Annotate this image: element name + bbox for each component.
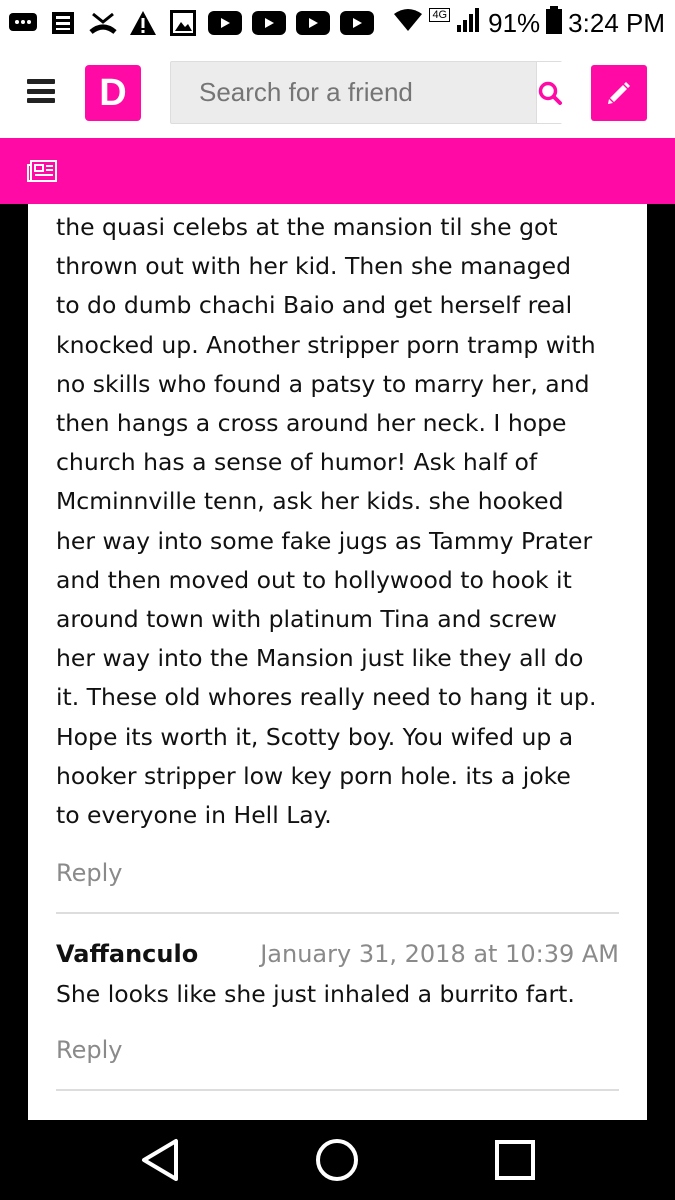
comment-line: no skills who found a patsy to marry her… xyxy=(56,369,590,398)
youtube-icon xyxy=(340,11,374,35)
comment-line: to everyone in Hell Lay. xyxy=(56,801,332,830)
comment-author[interactable]: Vaffanculo xyxy=(56,940,198,968)
battery-icon xyxy=(546,5,563,41)
back-icon xyxy=(142,1139,178,1181)
status-bar: 4G 91% 3:24 PM xyxy=(0,0,675,46)
search-input[interactable] xyxy=(171,62,536,123)
missed-call-icon xyxy=(88,10,118,36)
clock: 3:24 PM xyxy=(568,7,665,38)
search-bar xyxy=(170,61,563,124)
comment-line: it. These old whores really need to hang… xyxy=(56,683,597,712)
comments-panel: the quasi celebs at the mansion til she … xyxy=(28,204,647,1120)
comment-line: knocked up. Another stripper porn tramp … xyxy=(56,330,596,359)
reply-link[interactable]: Reply xyxy=(56,859,122,887)
site-logo[interactable]: D xyxy=(85,65,141,121)
search-button[interactable] xyxy=(536,62,563,123)
pencil-icon xyxy=(608,82,630,104)
recents-button[interactable] xyxy=(491,1136,539,1184)
news-icon xyxy=(48,10,78,36)
network-type: 4G xyxy=(429,8,451,22)
search-icon xyxy=(538,81,562,105)
comment-line: Hope its worth it, Scotty boy. You wifed… xyxy=(56,722,574,751)
comment-line: her way into some fake jugs as Tammy Pra… xyxy=(56,526,593,555)
comment-line: then hangs a cross around her neck. I ho… xyxy=(56,409,567,438)
newspaper-icon[interactable] xyxy=(27,160,57,187)
comment-line: thrown out with her kid. Then she manage… xyxy=(56,252,571,281)
hamburger-menu-icon[interactable] xyxy=(27,79,55,103)
comment-line: church has a sense of humor! Ask half of xyxy=(56,448,538,477)
comment-divider xyxy=(56,912,619,914)
warning-icon xyxy=(128,10,158,36)
comment-divider xyxy=(56,1089,619,1091)
comment-text: the quasi celebs at the mansion til she … xyxy=(28,204,647,835)
compose-button[interactable] xyxy=(591,65,647,121)
comment-line: Mcminnville tenn, ask her kids. she hook… xyxy=(56,487,564,516)
home-button[interactable] xyxy=(313,1136,361,1184)
image-icon xyxy=(168,10,198,36)
battery-percent: 91% xyxy=(488,7,541,38)
back-button[interactable] xyxy=(136,1136,184,1184)
system-nav-bar xyxy=(0,1120,675,1200)
youtube-icon xyxy=(296,11,330,35)
app-header: D xyxy=(0,46,675,138)
comment-line: around town with platinum Tina and screw xyxy=(56,605,557,634)
comment-line: the quasi celebs at the mansion til she … xyxy=(56,213,558,241)
comment-text: She looks like she just inhaled a burrit… xyxy=(56,980,575,1008)
youtube-icon xyxy=(208,11,242,35)
section-bar xyxy=(0,138,675,204)
youtube-icon xyxy=(252,11,286,35)
wifi-icon xyxy=(393,8,423,39)
reply-link[interactable]: Reply xyxy=(56,1036,122,1064)
comment-date[interactable]: January 31, 2018 at 10:39 AM xyxy=(260,940,619,968)
recents-icon xyxy=(495,1140,535,1180)
comment-line: to do dumb chachi Baio and get herself r… xyxy=(56,291,573,320)
comment-line: hooker stripper low key porn hole. its a… xyxy=(56,761,571,790)
chat-icon xyxy=(8,10,38,36)
signal-icon xyxy=(456,7,482,40)
comment-line: and then moved out to hollywood to hook … xyxy=(56,565,572,594)
home-icon xyxy=(316,1139,358,1181)
comment-line: her way into the Mansion just like they … xyxy=(56,644,584,673)
